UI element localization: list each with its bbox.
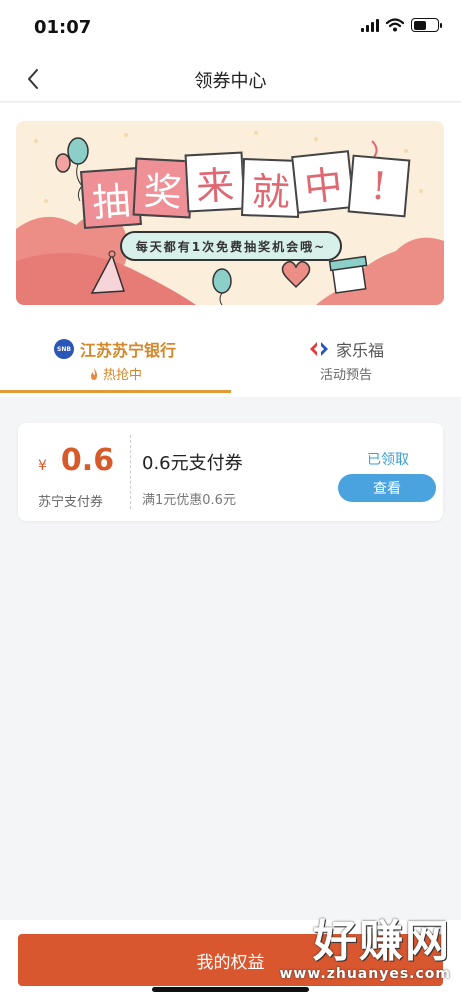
tab-label: 江苏苏宁银行 xyxy=(79,341,176,360)
tab-status-row: 热抢中 xyxy=(0,364,230,383)
flame-icon xyxy=(90,367,97,380)
tab-carrefour[interactable]: 家乐福 活动预告 xyxy=(231,323,461,397)
banner-title-char: 来 xyxy=(184,151,246,213)
wifi-icon xyxy=(386,18,404,32)
status-time: 01:07 xyxy=(34,17,92,38)
signal-icon xyxy=(361,18,379,32)
banner-title: 抽 奖 来 就 中 ! xyxy=(80,150,411,243)
my-rights-label: 我的权益 xyxy=(196,952,265,973)
banner-title-char: 中 xyxy=(291,150,355,214)
status-bar: 01:07 xyxy=(0,0,461,56)
watermark-url: www.zhuanyes.com xyxy=(279,966,451,982)
tab-name-row: 家乐福 xyxy=(231,337,461,361)
battery-icon xyxy=(411,18,442,32)
banner-title-char: ! xyxy=(347,154,411,218)
carrefour-logo-icon xyxy=(309,342,328,356)
coupon-title: 0.6元支付券 xyxy=(142,453,243,474)
tab-label: 家乐福 xyxy=(335,341,384,360)
tab-status-label: 活动预告 xyxy=(319,368,372,383)
nav-bar: 领券中心 xyxy=(0,56,461,102)
watermark: 好赚网 www.zhuanyes.com xyxy=(279,916,452,983)
page-title: 领券中心 xyxy=(194,71,267,92)
coupon-condition: 满1元优惠0.6元 xyxy=(142,493,236,508)
tab-status-row: 活动预告 xyxy=(231,364,461,383)
tab-active-indicator xyxy=(0,390,231,393)
lottery-banner[interactable]: 抽 奖 来 就 中 ! 每天都有1次免费抽奖机会哦~ xyxy=(16,121,444,305)
coupon-amount-row: ¥ 0.6 xyxy=(38,443,114,478)
coupon-card: ¥ 0.6 苏宁支付券 0.6元支付券 满1元优惠0.6元 已领取 查看 xyxy=(18,423,443,521)
coupon-amount: 0.6 xyxy=(60,443,115,478)
snb-logo-icon: SNB xyxy=(53,339,74,359)
currency-symbol: ¥ xyxy=(38,458,47,474)
tab-status-label: 热抢中 xyxy=(102,368,142,383)
status-icons xyxy=(361,18,442,32)
tab-suning-bank[interactable]: SNB 江苏苏宁银行 热抢中 xyxy=(0,323,231,397)
bank-tabs: SNB 江苏苏宁银行 热抢中 家乐福 活动预告 xyxy=(0,323,461,397)
view-button[interactable]: 查看 xyxy=(338,474,436,502)
banner-subtitle: 每天都有1次免费抽奖机会哦~ xyxy=(120,231,342,261)
bottom-bar: 我的权益 好赚网 www.zhuanyes.com xyxy=(0,916,461,1000)
coupon-divider xyxy=(130,435,131,509)
coupon-brand: 苏宁支付券 xyxy=(38,495,104,510)
watermark-text: 好赚网 xyxy=(313,916,451,967)
coupon-value: ¥ 0.6 苏宁支付券 xyxy=(18,423,130,521)
coupon-claimed-status: 已领取 xyxy=(367,452,409,468)
home-indicator xyxy=(152,987,309,992)
banner-area: 抽 奖 来 就 中 ! 每天都有1次免费抽奖机会哦~ xyxy=(0,103,461,323)
tab-name-row: SNB 江苏苏宁银行 xyxy=(0,337,230,361)
